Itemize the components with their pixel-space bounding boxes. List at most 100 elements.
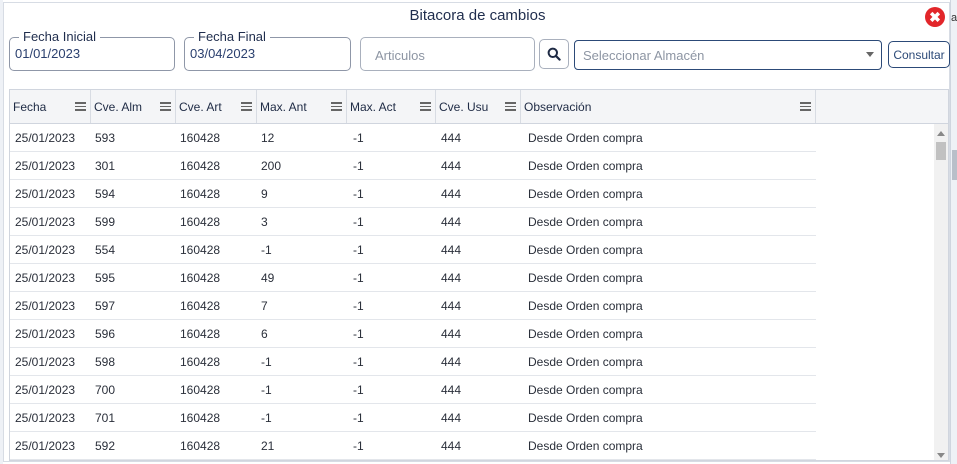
column-menu-icon[interactable] xyxy=(75,102,86,111)
fecha-inicial-field[interactable]: Fecha Inicial 01/01/2023 xyxy=(9,29,175,71)
column-header-cve-art[interactable]: Cve. Art xyxy=(176,90,257,123)
table-row[interactable]: 25/01/2023 554 160428 -1 -1 444 Desde Orden co… xyxy=(10,236,816,264)
cell-fecha: 25/01/2023 xyxy=(15,298,76,313)
cell-max-ant: 3 xyxy=(261,214,268,229)
cell-cve-art: 160428 xyxy=(180,298,221,313)
cell-cve-art: 160428 xyxy=(180,270,221,285)
cell-cve-usu: 444 xyxy=(441,410,462,425)
cell-observacion: Desde Orden compra xyxy=(528,298,643,313)
cell-cve-usu: 444 xyxy=(441,438,462,453)
column-menu-icon[interactable] xyxy=(505,102,516,111)
cell-max-ant: 12 xyxy=(261,130,275,145)
column-header-label: Cve. Usu xyxy=(439,99,489,114)
cell-max-ant: -1 xyxy=(261,382,272,397)
table-row[interactable]: 25/01/2023 593 160428 12 -1 444 Desde Orden co… xyxy=(10,124,816,152)
consultar-button[interactable]: Consultar xyxy=(888,41,950,68)
table-row[interactable]: 25/01/2023 598 160428 -1 -1 444 Desde Orden co… xyxy=(10,348,816,376)
column-menu-icon[interactable] xyxy=(420,102,431,111)
cell-cve-usu: 444 xyxy=(441,186,462,201)
cell-cve-usu: 444 xyxy=(441,130,462,145)
column-header-cve-alm[interactable]: Cve. Alm xyxy=(91,90,176,123)
cell-fecha: 25/01/2023 xyxy=(15,354,76,369)
cell-cve-art: 160428 xyxy=(180,410,221,425)
cell-cve-usu: 444 xyxy=(441,158,462,173)
cell-max-act: -1 xyxy=(353,354,364,369)
cell-fecha: 25/01/2023 xyxy=(15,270,76,285)
cell-max-ant: -1 xyxy=(261,242,272,257)
column-menu-icon[interactable] xyxy=(331,102,342,111)
column-header-fecha[interactable]: Fecha xyxy=(10,90,91,123)
cell-max-ant: 200 xyxy=(261,158,282,173)
scroll-down-icon[interactable] xyxy=(937,453,945,458)
cell-cve-art: 160428 xyxy=(180,186,221,201)
cell-fecha: 25/01/2023 xyxy=(15,214,76,229)
fecha-inicial-label: Fecha Inicial xyxy=(19,29,100,44)
cell-fecha: 25/01/2023 xyxy=(15,130,76,145)
cell-max-act: -1 xyxy=(353,438,364,453)
grid-body: 25/01/2023 593 160428 12 -1 444 Desde Orden co… xyxy=(10,124,934,460)
cell-max-act: -1 xyxy=(353,382,364,397)
fecha-inicial-value[interactable]: 01/01/2023 xyxy=(15,46,80,61)
scroll-thumb[interactable] xyxy=(936,142,946,160)
cell-fecha: 25/01/2023 xyxy=(15,382,76,397)
chevron-down-icon xyxy=(866,52,874,57)
cell-observacion: Desde Orden compra xyxy=(528,130,643,145)
table-row[interactable]: 25/01/2023 592 160428 21 -1 444 Desde Orden co… xyxy=(10,432,816,460)
cell-cve-alm: 701 xyxy=(95,410,116,425)
almacen-select[interactable]: Seleccionar Almacén xyxy=(574,40,882,70)
cell-fecha: 25/01/2023 xyxy=(15,242,76,257)
cell-fecha: 25/01/2023 xyxy=(15,186,76,201)
column-header-label: Max. Act xyxy=(350,99,397,114)
cell-cve-art: 160428 xyxy=(180,214,221,229)
background-text: al xyxy=(951,12,957,24)
background-app-right: al xyxy=(950,0,957,464)
cell-cve-art: 160428 xyxy=(180,326,221,341)
table-row[interactable]: 25/01/2023 594 160428 9 -1 444 Desde Orden com… xyxy=(10,180,816,208)
cell-max-ant: -1 xyxy=(261,354,272,369)
cell-cve-alm: 301 xyxy=(95,158,116,173)
fecha-final-field[interactable]: Fecha Final 03/04/2023 xyxy=(184,29,351,71)
cell-observacion: Desde Orden compra xyxy=(528,270,643,285)
table-row[interactable]: 25/01/2023 301 160428 200 -1 444 Desde Orden c… xyxy=(10,152,816,180)
column-menu-icon[interactable] xyxy=(800,102,811,111)
cell-cve-art: 160428 xyxy=(180,242,221,257)
close-icon[interactable]: ✖ xyxy=(925,7,945,27)
column-header-cve-usu[interactable]: Cve. Usu xyxy=(436,90,521,123)
column-menu-icon[interactable] xyxy=(160,102,171,111)
cell-observacion: Desde Orden compra xyxy=(528,410,643,425)
search-button[interactable] xyxy=(539,39,569,69)
grid-vertical-scrollbar[interactable] xyxy=(934,124,948,460)
table-row[interactable]: 25/01/2023 597 160428 7 -1 444 Desde Orden com… xyxy=(10,292,816,320)
table-row[interactable]: 25/01/2023 701 160428 -1 -1 444 Desde Orden co… xyxy=(10,404,816,432)
cell-cve-art: 160428 xyxy=(180,354,221,369)
cell-max-ant: 9 xyxy=(261,186,268,201)
fecha-final-value[interactable]: 03/04/2023 xyxy=(190,46,255,61)
cell-cve-usu: 444 xyxy=(441,326,462,341)
cell-max-act: -1 xyxy=(353,410,364,425)
cell-max-act: -1 xyxy=(353,158,364,173)
cell-max-act: -1 xyxy=(353,326,364,341)
cell-cve-alm: 700 xyxy=(95,382,116,397)
column-header-observacion[interactable]: Observación xyxy=(521,90,816,123)
column-header-label: Fecha xyxy=(13,99,47,114)
changes-grid: Fecha Cve. Alm Cve. Art Max. Ant Max. Act Cve… xyxy=(9,89,949,461)
cell-observacion: Desde Orden compra xyxy=(528,158,643,173)
cell-fecha: 25/01/2023 xyxy=(15,158,76,173)
cell-max-ant: -1 xyxy=(261,410,272,425)
cell-observacion: Desde Orden compra xyxy=(528,326,643,341)
table-row[interactable]: 25/01/2023 700 160428 -1 -1 444 Desde Orden co… xyxy=(10,376,816,404)
column-menu-icon[interactable] xyxy=(241,102,252,111)
table-row[interactable]: 25/01/2023 596 160428 6 -1 444 Desde Orden com… xyxy=(10,320,816,348)
articulos-input[interactable]: Articulos xyxy=(360,37,535,71)
cell-cve-alm: 593 xyxy=(95,130,116,145)
table-row[interactable]: 25/01/2023 599 160428 3 -1 444 Desde Orden com… xyxy=(10,208,816,236)
table-row[interactable]: 25/01/2023 595 160428 49 -1 444 Desde Orden co… xyxy=(10,264,816,292)
grid-header: Fecha Cve. Alm Cve. Art Max. Ant Max. Act Cve… xyxy=(10,90,948,124)
cell-max-act: -1 xyxy=(353,214,364,229)
column-header-max-ant[interactable]: Max. Ant xyxy=(257,90,347,123)
cell-fecha: 25/01/2023 xyxy=(15,326,76,341)
scroll-up-icon[interactable] xyxy=(937,131,945,136)
cell-cve-art: 160428 xyxy=(180,382,221,397)
column-header-max-act[interactable]: Max. Act xyxy=(347,90,436,123)
cell-max-act: -1 xyxy=(353,270,364,285)
